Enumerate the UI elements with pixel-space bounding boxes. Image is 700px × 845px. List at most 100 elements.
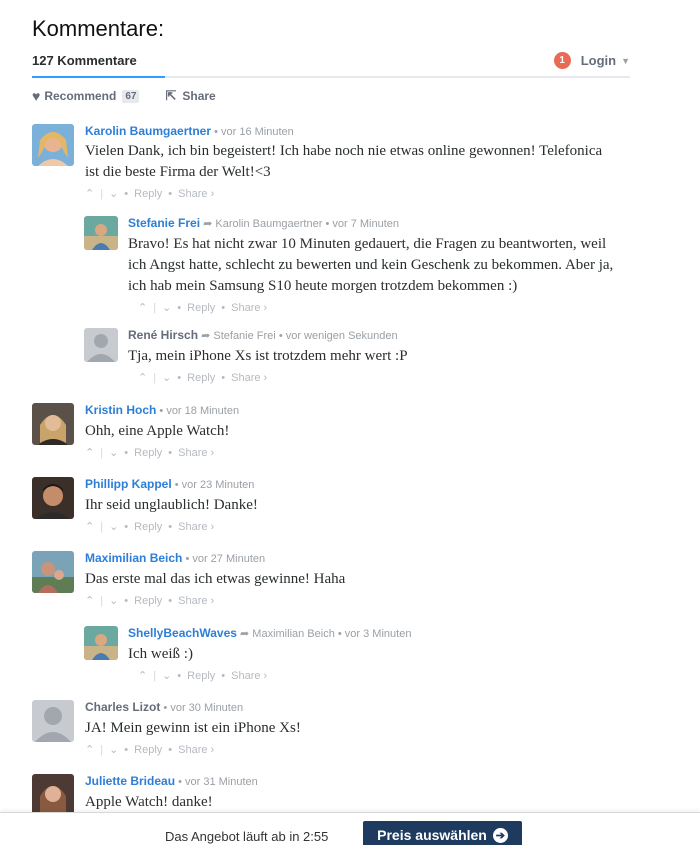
reply-button[interactable]: Reply xyxy=(134,744,162,756)
page-title: Kommentare: xyxy=(32,16,165,41)
downvote-icon[interactable]: ⌄ xyxy=(162,669,171,682)
comment-author[interactable]: Karolin Baumgaertner xyxy=(85,124,211,138)
reply-button[interactable]: Reply xyxy=(187,670,215,682)
reply-to[interactable]: Stefanie Frei xyxy=(213,330,275,342)
login-menu[interactable]: 1 Login ▼ xyxy=(553,52,630,69)
avatar[interactable] xyxy=(32,774,74,816)
avatar[interactable] xyxy=(32,700,74,742)
comment-line: Vielen Dank, ich bin begeistert! Ich hab… xyxy=(85,143,603,159)
comment-line: Ihr seid unglaublich! Danke! xyxy=(85,497,258,513)
comment-time[interactable]: • vor 23 Minuten xyxy=(175,479,255,491)
comment-time[interactable]: • vor 3 Minuten xyxy=(338,628,412,640)
downvote-icon[interactable]: ⌄ xyxy=(162,301,171,314)
comment-line: Das erste mal das ich etwas gewinne! Hah… xyxy=(85,571,346,587)
upvote-icon[interactable]: ⌃ xyxy=(85,446,94,459)
share-link[interactable]: Share › xyxy=(178,595,214,607)
share-link[interactable]: Share › xyxy=(231,372,267,384)
share-link[interactable]: Share › xyxy=(178,447,214,459)
reply-button[interactable]: Reply xyxy=(187,302,215,314)
comment-line: Ich weiß :) xyxy=(128,646,193,662)
offer-bar: Das Angebot läuft ab in 2:55 Preis auswä… xyxy=(0,812,700,845)
reply-button[interactable]: Reply xyxy=(134,188,162,200)
comment-author[interactable]: Charles Lizot xyxy=(85,700,160,714)
upvote-icon[interactable]: ⌃ xyxy=(138,669,147,682)
choose-prize-button[interactable]: Preis auswählen ➔ xyxy=(363,821,522,845)
comment-author[interactable]: Juliette Brideau xyxy=(85,774,175,788)
thread-actions: ♥ Recommend 67 ⇱ Share xyxy=(32,88,216,104)
share-link[interactable]: Share › xyxy=(231,670,267,682)
comment-time[interactable]: • vor 31 Minuten xyxy=(178,776,258,788)
upvote-icon[interactable]: ⌃ xyxy=(85,187,94,200)
avatar[interactable] xyxy=(84,626,118,660)
reply-to[interactable]: Maximilian Beich xyxy=(252,628,335,640)
comment-time[interactable]: • vor 7 Minuten xyxy=(325,218,399,230)
comment-author[interactable]: Maximilian Beich xyxy=(85,551,182,565)
comment-actions: ⌃ | ⌄ • Reply • Share › xyxy=(138,371,268,385)
avatar[interactable] xyxy=(32,403,74,445)
upvote-icon[interactable]: ⌃ xyxy=(85,594,94,607)
comment-author[interactable]: Phillipp Kappel xyxy=(85,477,172,491)
share-button[interactable]: ⇱ Share xyxy=(165,88,215,104)
comment-time[interactable]: • vor 30 Minuten xyxy=(163,702,243,714)
reply-button[interactable]: Reply xyxy=(134,595,162,607)
arrow-right-icon: ➔ xyxy=(492,827,508,843)
avatar[interactable] xyxy=(32,124,74,166)
login-label[interactable]: Login xyxy=(581,53,616,68)
upvote-icon[interactable]: ⌃ xyxy=(138,371,147,384)
downvote-icon[interactable]: ⌄ xyxy=(109,743,118,756)
comment-text: Ich weiß :) xyxy=(128,644,411,665)
comment-text: Das erste mal das ich etwas gewinne! Hah… xyxy=(85,569,345,590)
comment-line: Apple Watch! danke! xyxy=(85,794,213,810)
comment-line: Bravo! Es hat nicht zwar 10 Minuten geda… xyxy=(128,236,607,252)
reply-to[interactable]: Karolin Baumgaertner xyxy=(215,218,322,230)
share-icon: ⇱ xyxy=(165,88,177,103)
comment-text: Ihr seid unglaublich! Danke! xyxy=(85,495,258,516)
comment-author[interactable]: René Hirsch xyxy=(128,328,198,342)
comment-author[interactable]: ShellyBeachWaves xyxy=(128,626,237,640)
downvote-icon[interactable]: ⌄ xyxy=(109,446,118,459)
downvote-icon[interactable]: ⌄ xyxy=(162,371,171,384)
upvote-icon[interactable]: ⌃ xyxy=(85,743,94,756)
reply-arrow-icon: ➦ xyxy=(240,628,250,640)
comment-actions: ⌃ | ⌄ • Reply • Share › xyxy=(85,743,215,757)
comments-count-tab[interactable]: 127 Kommentare xyxy=(32,52,165,78)
offer-countdown: Das Angebot läuft ab in 2:55 xyxy=(165,829,329,844)
chevron-down-icon: ▼ xyxy=(621,55,630,66)
reply-button[interactable]: Reply xyxy=(134,521,162,533)
reply-arrow-icon: ➦ xyxy=(201,330,211,342)
comment-time[interactable]: • vor wenigen Sekunden xyxy=(279,330,398,342)
recommend-button[interactable]: Recommend xyxy=(44,89,116,103)
reply-button[interactable]: Reply xyxy=(134,447,162,459)
comment-actions: ⌃ | ⌄ • Reply • Share › xyxy=(85,187,215,201)
comment-text: Vielen Dank, ich bin begeistert! Ich hab… xyxy=(85,141,602,183)
comment-time[interactable]: • vor 27 Minuten xyxy=(185,553,265,565)
downvote-icon[interactable]: ⌄ xyxy=(109,187,118,200)
comment-actions: ⌃ | ⌄ • Reply • Share › xyxy=(138,301,268,315)
avatar[interactable] xyxy=(32,477,74,519)
share-link[interactable]: Share › xyxy=(178,521,214,533)
share-link[interactable]: Share › xyxy=(231,302,267,314)
comment-actions: ⌃ | ⌄ • Reply • Share › xyxy=(138,669,268,683)
comment-time[interactable]: • vor 18 Minuten xyxy=(159,405,239,417)
comment-time[interactable]: • vor 16 Minuten xyxy=(214,126,294,138)
comment-text: Apple Watch! danke! xyxy=(85,792,258,813)
upvote-icon[interactable]: ⌃ xyxy=(138,301,147,314)
downvote-icon[interactable]: ⌄ xyxy=(109,594,118,607)
avatar[interactable] xyxy=(84,216,118,250)
comment-author[interactable]: Kristin Hoch xyxy=(85,403,156,417)
reply-button[interactable]: Reply xyxy=(187,372,215,384)
notification-badge[interactable]: 1 xyxy=(553,52,571,69)
comments-nav: 127 Kommentare 1 Login ▼ xyxy=(32,52,630,78)
recommend-count: 67 xyxy=(122,89,140,103)
upvote-icon[interactable]: ⌃ xyxy=(85,520,94,533)
comment-line: ich hab mein Samsung S10 heute morgen tr… xyxy=(128,278,518,294)
comment-text: Ohh, eine Apple Watch! xyxy=(85,421,239,442)
downvote-icon[interactable]: ⌄ xyxy=(109,520,118,533)
comment-actions: ⌃ | ⌄ • Reply • Share › xyxy=(85,446,215,460)
avatar[interactable] xyxy=(32,551,74,593)
share-link[interactable]: Share › xyxy=(178,188,214,200)
avatar[interactable] xyxy=(84,328,118,362)
comment-line: Tja, mein iPhone Xs ist trotzdem mehr we… xyxy=(128,348,408,364)
comment-author[interactable]: Stefanie Frei xyxy=(128,216,200,230)
share-link[interactable]: Share › xyxy=(178,744,214,756)
